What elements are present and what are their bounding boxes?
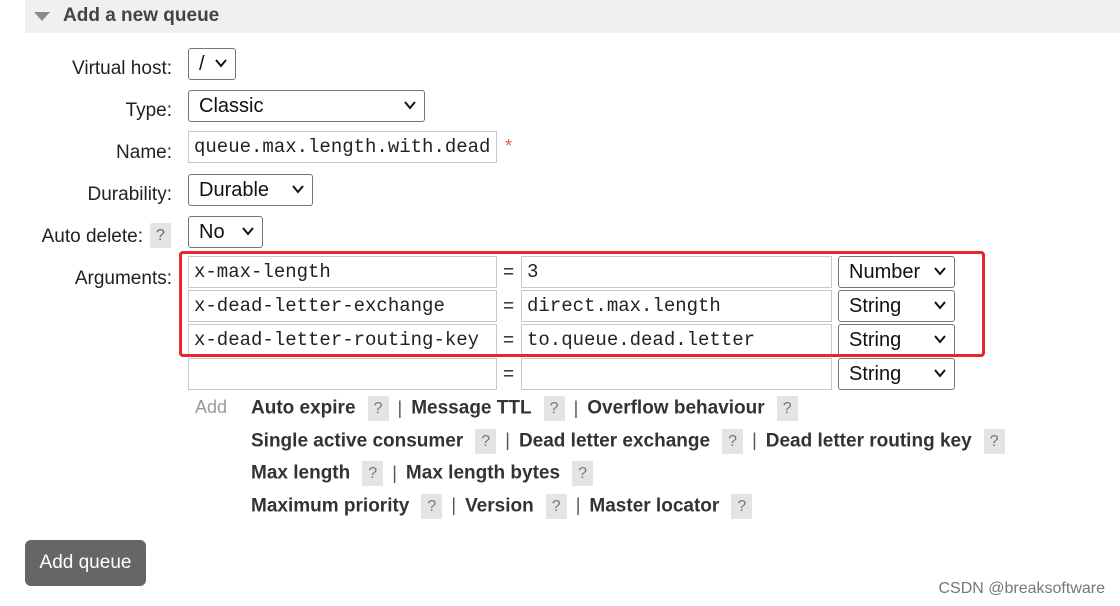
- type-label: Type:: [125, 100, 172, 121]
- shortcut-link[interactable]: Auto expire: [251, 398, 356, 419]
- argument-equals: =: [503, 364, 515, 385]
- argument-type-value: String: [849, 363, 902, 385]
- auto-delete-select[interactable]: No: [188, 216, 263, 248]
- shortcut-link[interactable]: Message TTL: [411, 398, 531, 419]
- shortcut-line: Single active consumer? | Dead letter exch…: [251, 428, 1111, 462]
- argument-type-select[interactable]: String: [838, 358, 955, 390]
- section-header[interactable]: Add a new queue: [25, 0, 1120, 33]
- shortcut-help-button[interactable]: ?: [731, 493, 753, 519]
- virtual-host-value: /: [199, 53, 205, 75]
- chevron-down-icon: [404, 101, 416, 110]
- auto-delete-help-button[interactable]: ?: [150, 223, 171, 248]
- chevron-down-icon: [934, 369, 946, 378]
- shortcut-link[interactable]: Max length bytes: [406, 463, 560, 484]
- shortcut-separator: |: [575, 495, 581, 516]
- shortcut-help-button[interactable]: ?: [362, 461, 384, 486]
- chevron-down-icon: [215, 59, 227, 68]
- highlight-annotation-box: [179, 251, 985, 357]
- virtual-host-select[interactable]: /: [188, 48, 236, 80]
- name-input[interactable]: queue.max.length.with.dead: [188, 131, 497, 163]
- shortcut-separator: |: [397, 397, 403, 418]
- shortcut-help-button[interactable]: ?: [983, 428, 1005, 454]
- name-label: Name:: [116, 142, 172, 163]
- shortcut-link[interactable]: Dead letter exchange: [519, 430, 710, 451]
- shortcut-link[interactable]: Master locator: [589, 495, 719, 516]
- required-marker: *: [505, 136, 513, 156]
- auto-delete-value: No: [199, 221, 225, 243]
- shortcut-separator: |: [451, 495, 457, 516]
- shortcut-separator: |: [505, 430, 510, 451]
- chevron-down-icon: [292, 185, 304, 194]
- shortcut-line: Auto expire? | Message TTL? | Overflow behav…: [251, 396, 1111, 429]
- durability-value: Durable: [199, 179, 270, 201]
- argument-shortcuts: Auto expire? | Message TTL? | Overflow behav…: [251, 396, 1111, 526]
- section-title: Add a new queue: [63, 5, 220, 26]
- type-value: Classic: [199, 95, 264, 117]
- add-queue-button[interactable]: Add queue: [25, 540, 146, 586]
- shortcut-link[interactable]: Overflow behaviour: [587, 398, 764, 419]
- shortcut-link[interactable]: Max length: [251, 463, 350, 484]
- chevron-down-icon: [242, 227, 254, 236]
- auto-delete-label: Auto delete:: [41, 226, 143, 247]
- shortcut-help-button[interactable]: ?: [776, 396, 798, 421]
- durability-label: Durability:: [87, 184, 172, 205]
- shortcut-link[interactable]: Version: [465, 495, 534, 516]
- shortcut-help-button[interactable]: ?: [545, 493, 567, 519]
- shortcut-line: Max length? | Max length bytes?: [251, 461, 1111, 494]
- argument-value-input[interactable]: [521, 358, 832, 390]
- watermark: CSDN @breaksoftware: [938, 580, 1105, 597]
- shortcut-link[interactable]: Maximum priority: [251, 495, 409, 516]
- durability-select[interactable]: Durable: [188, 174, 313, 206]
- shortcut-link[interactable]: Dead letter routing key: [766, 430, 972, 451]
- shortcut-separator: |: [573, 397, 579, 418]
- shortcut-link[interactable]: Single active consumer: [251, 430, 463, 451]
- arguments-label: Arguments:: [74, 268, 172, 289]
- collapse-triangle-icon[interactable]: [34, 12, 50, 21]
- virtual-host-label: Virtual host:: [72, 58, 172, 79]
- argument-key-input[interactable]: [188, 358, 497, 390]
- shortcut-help-button[interactable]: ?: [367, 396, 389, 421]
- type-select[interactable]: Classic: [188, 90, 425, 122]
- shortcut-help-button[interactable]: ?: [475, 428, 497, 454]
- shortcut-help-button[interactable]: ?: [421, 493, 443, 519]
- shortcut-line: Maximum priority? | Version? | Master locato…: [251, 493, 1111, 527]
- add-argument-label: Add: [195, 397, 228, 417]
- shortcut-separator: |: [752, 430, 757, 451]
- shortcut-help-button[interactable]: ?: [572, 461, 594, 486]
- shortcut-separator: |: [392, 462, 397, 483]
- shortcut-help-button[interactable]: ?: [543, 396, 565, 421]
- shortcut-help-button[interactable]: ?: [722, 428, 744, 454]
